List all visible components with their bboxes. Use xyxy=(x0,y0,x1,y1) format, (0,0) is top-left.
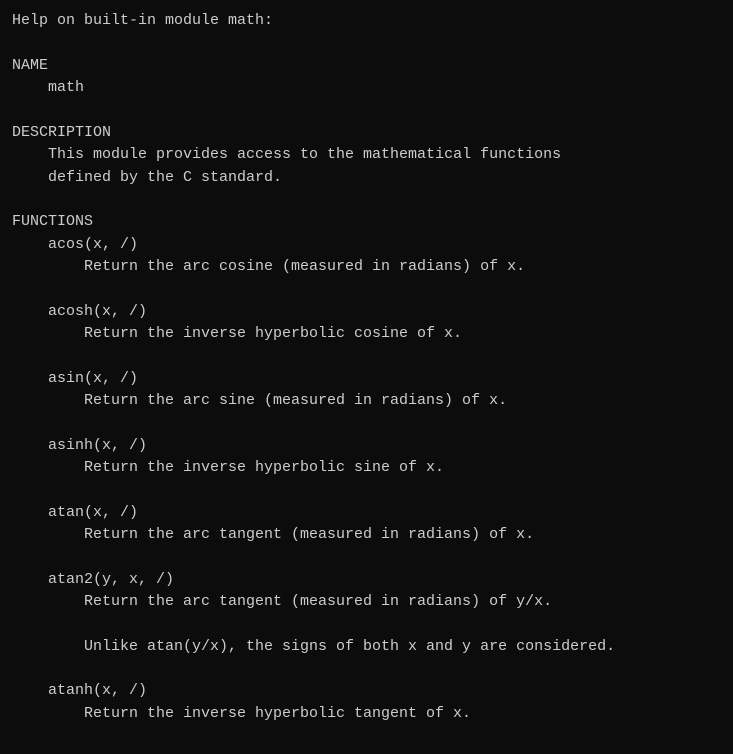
function-entry: acosh(x, /) Return the inverse hyperboli… xyxy=(12,301,721,346)
function-entry: asinh(x, /) Return the inverse hyperboli… xyxy=(12,435,721,480)
function-signature: atan2(y, x, /) xyxy=(12,569,721,592)
description-line: This module provides access to the mathe… xyxy=(12,144,721,167)
function-entry: acos(x, /) Return the arc cosine (measur… xyxy=(12,234,721,279)
function-description: Return the arc tangent (measured in radi… xyxy=(12,591,721,614)
description-section-title: DESCRIPTION xyxy=(12,122,721,145)
function-signature: asin(x, /) xyxy=(12,368,721,391)
function-signature: atan(x, /) xyxy=(12,502,721,525)
function-entry: asin(x, /) Return the arc sine (measured… xyxy=(12,368,721,413)
function-description: Return the inverse hyperbolic cosine of … xyxy=(12,323,721,346)
function-note: Unlike atan(y/x), the signs of both x an… xyxy=(12,636,721,659)
description-section: DESCRIPTION This module provides access … xyxy=(12,122,721,190)
function-signature: atanh(x, /) xyxy=(12,680,721,703)
function-description: Return the arc cosine (measured in radia… xyxy=(12,256,721,279)
function-description: Return the inverse hyperbolic tangent of… xyxy=(12,703,721,726)
function-description: Return the arc sine (measured in radians… xyxy=(12,390,721,413)
function-description: Return the arc tangent (measured in radi… xyxy=(12,524,721,547)
name-section-title: NAME xyxy=(12,55,721,78)
function-entry: atan2(y, x, /) Return the arc tangent (m… xyxy=(12,569,721,659)
function-description: Return the inverse hyperbolic sine of x. xyxy=(12,457,721,480)
functions-section-title: FUNCTIONS xyxy=(12,211,721,234)
function-signature: acos(x, /) xyxy=(12,234,721,257)
description-line: defined by the C standard. xyxy=(12,167,721,190)
function-signature: asinh(x, /) xyxy=(12,435,721,458)
function-entry: atan(x, /) Return the arc tangent (measu… xyxy=(12,502,721,547)
function-entry: atanh(x, /) Return the inverse hyperboli… xyxy=(12,680,721,725)
name-section: NAME math xyxy=(12,55,721,100)
functions-section: FUNCTIONS acos(x, /) Return the arc cosi… xyxy=(12,211,721,725)
function-signature: acosh(x, /) xyxy=(12,301,721,324)
help-header: Help on built-in module math: xyxy=(12,10,721,33)
name-section-value: math xyxy=(12,77,721,100)
